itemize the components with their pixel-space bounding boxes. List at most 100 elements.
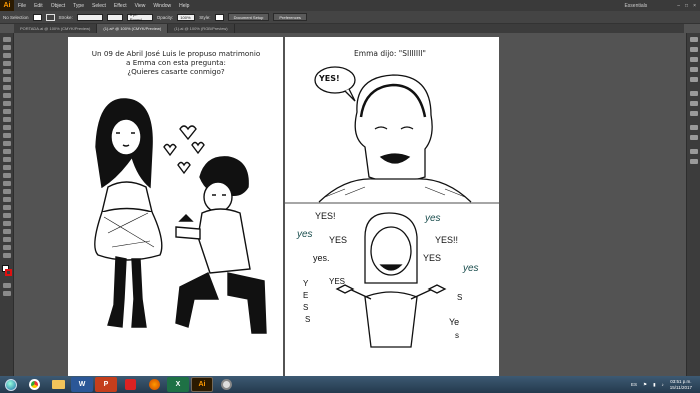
direct-selection-tool-icon[interactable] [3, 45, 11, 50]
symbols-panel-icon[interactable] [690, 77, 698, 82]
control-bar: No Selection Stroke: 5 pt. Round Opacity… [0, 11, 700, 24]
type-tool-icon[interactable] [3, 77, 11, 82]
windows-taskbar: W P X Ai ES ⚑ ▮ ♪ 03:51 p.m. 15/11/2017 [0, 376, 700, 393]
illustrator-icon[interactable]: Ai [191, 377, 213, 392]
slice-tool-icon[interactable] [3, 237, 11, 242]
transparency-panel-icon[interactable] [690, 111, 698, 116]
opacity-label: Opacity: [156, 14, 174, 20]
magic-wand-tool-icon[interactable] [3, 53, 11, 58]
selection-tool-icon[interactable] [3, 37, 11, 42]
menu-effect[interactable]: Effect [110, 3, 131, 9]
stroke-panel-icon[interactable] [690, 91, 698, 96]
preferences-button[interactable]: Preferences [273, 13, 307, 21]
tab-third-document[interactable]: (1).ai @ 100% (RGB/Preview) [168, 24, 235, 33]
hand-tool-icon[interactable] [3, 245, 11, 250]
illustrator-logo: Ai [0, 0, 14, 11]
folder-icon[interactable] [47, 377, 69, 392]
doodle-text: E [303, 291, 309, 300]
close-icon[interactable]: × [693, 3, 696, 9]
layers-panel-icon[interactable] [690, 149, 698, 154]
symbol-sprayer-tool-icon[interactable] [3, 213, 11, 218]
tab-portada[interactable]: PORTADA.ai @ 100% (CMYK/Preview) [14, 24, 98, 33]
gradient-tool-icon[interactable] [3, 189, 11, 194]
scale-tool-icon[interactable] [3, 141, 11, 146]
menu-help[interactable]: Help [175, 3, 193, 9]
rotate-tool-icon[interactable] [3, 133, 11, 138]
style-label: Style: [199, 14, 211, 20]
artboards-panel-icon[interactable] [690, 159, 698, 164]
variable-width-dropdown[interactable] [106, 13, 123, 21]
word-icon[interactable]: W [71, 377, 93, 392]
document-setup-button[interactable]: Document Setup [227, 13, 270, 21]
workspace-switcher[interactable]: Essentials [624, 3, 647, 9]
language-indicator[interactable]: ES [631, 382, 637, 387]
acrobat-icon[interactable] [119, 377, 141, 392]
volume-icon[interactable]: ♪ [662, 382, 664, 387]
artboard-left[interactable]: Un 09 de Abril José Luis le propuso matr… [68, 37, 283, 376]
menu-window[interactable]: Window [149, 3, 175, 9]
menu-view[interactable]: View [131, 3, 150, 9]
chrome-icon[interactable] [23, 377, 45, 392]
pen-tool-icon[interactable] [3, 69, 11, 74]
doodle-text: Ye [449, 317, 460, 327]
brush-dropdown[interactable]: 5 pt. Round [126, 12, 153, 22]
eyedropper-tool-icon[interactable] [3, 197, 11, 202]
stroke-swatch[interactable] [45, 13, 55, 21]
maximize-icon[interactable]: □ [685, 3, 688, 9]
style-swatch[interactable] [214, 13, 224, 21]
perspective-grid-tool-icon[interactable] [3, 173, 11, 178]
start-button[interactable] [0, 376, 22, 393]
fill-swatch[interactable] [32, 13, 42, 21]
menu-select[interactable]: Select [88, 3, 110, 9]
appearance-panel-icon[interactable] [690, 125, 698, 130]
minimize-icon[interactable]: – [677, 3, 680, 9]
tab-active-document[interactable]: (1).ai* @ 100% (CMYK/Preview) [97, 24, 169, 33]
clock[interactable]: 03:51 p.m. 15/11/2017 [670, 379, 692, 390]
zoom-tool-icon[interactable] [3, 253, 11, 258]
pencil-tool-icon[interactable] [3, 109, 11, 114]
screen-mode-icon[interactable] [3, 291, 11, 296]
brushes-panel-icon[interactable] [690, 67, 698, 72]
paintbrush-tool-icon[interactable] [3, 101, 11, 106]
lasso-tool-icon[interactable] [3, 61, 11, 66]
color-guide-panel-icon[interactable] [690, 47, 698, 52]
photos-icon[interactable] [215, 377, 237, 392]
menu-file[interactable]: File [14, 3, 30, 9]
firefox-icon[interactable] [143, 377, 165, 392]
opacity-field[interactable]: 100% [177, 13, 196, 21]
rectangle-tool-icon[interactable] [3, 93, 11, 98]
doodle-text: YES!! [435, 235, 459, 245]
stroke-color-icon[interactable] [5, 269, 12, 276]
menu-object[interactable]: Object [47, 3, 69, 9]
mesh-tool-icon[interactable] [3, 181, 11, 186]
flag-icon[interactable]: ⚑ [643, 382, 647, 388]
drawing-mode-icon[interactable] [3, 283, 11, 288]
graphic-styles-panel-icon[interactable] [690, 135, 698, 140]
artboard-right[interactable]: Emma dijo: "SIIIIIII" YES! YES! yes yes [285, 37, 499, 376]
stroke-weight-field[interactable] [76, 13, 103, 21]
window-controls: – □ × [677, 3, 696, 9]
width-tool-icon[interactable] [3, 149, 11, 154]
doodle-text: YES! [315, 211, 336, 221]
column-graph-tool-icon[interactable] [3, 221, 11, 226]
powerpoint-icon[interactable]: P [95, 377, 117, 392]
clock-time: 03:51 p.m. [670, 379, 692, 385]
menu-edit[interactable]: Edit [30, 3, 47, 9]
doodle-text: S [457, 293, 463, 302]
artboard-tool-icon[interactable] [3, 229, 11, 234]
color-panel-icon[interactable] [690, 37, 698, 42]
line-tool-icon[interactable] [3, 85, 11, 90]
speech-bubble-text: YES! [319, 74, 340, 83]
doodle-text: S [303, 303, 309, 312]
free-transform-tool-icon[interactable] [3, 157, 11, 162]
menu-type[interactable]: Type [69, 3, 88, 9]
blend-tool-icon[interactable] [3, 205, 11, 210]
eraser-tool-icon[interactable] [3, 125, 11, 130]
proposal-illustration [94, 98, 267, 334]
gradient-panel-icon[interactable] [690, 101, 698, 106]
excel-icon[interactable]: X [167, 377, 189, 392]
swatches-panel-icon[interactable] [690, 57, 698, 62]
blob-brush-tool-icon[interactable] [3, 117, 11, 122]
shape-builder-tool-icon[interactable] [3, 165, 11, 170]
network-icon[interactable]: ▮ [653, 382, 655, 388]
